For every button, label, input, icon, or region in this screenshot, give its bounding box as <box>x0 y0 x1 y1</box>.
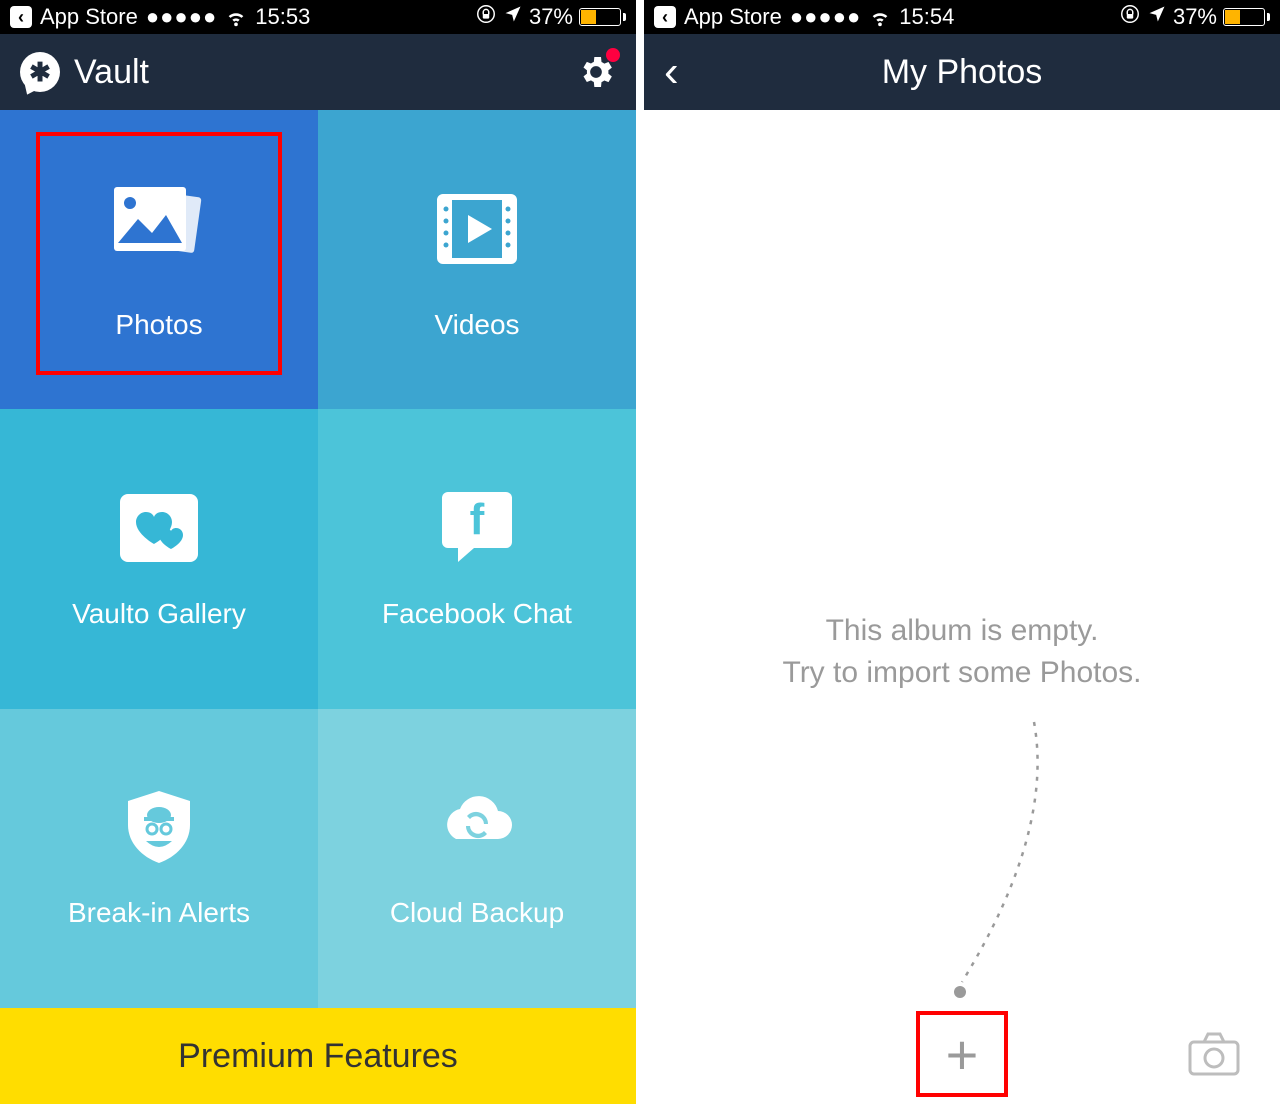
tile-label: Videos <box>434 309 519 341</box>
status-time: 15:54 <box>899 4 954 30</box>
wifi-icon <box>225 6 247 28</box>
camera-button[interactable] <box>1186 1030 1242 1078</box>
status-bar: ‹ App Store ●●●●● 15:53 37% <box>0 0 636 34</box>
orientation-lock-icon <box>1119 3 1141 31</box>
tile-label: Photos <box>115 309 202 341</box>
menu-grid: Photos Videos Vaulto Gallery f Facebook … <box>0 110 636 1008</box>
add-photos-button[interactable]: + <box>932 1024 992 1084</box>
photos-icon <box>104 179 214 279</box>
photos-header: ‹ My Photos <box>644 34 1280 110</box>
bottom-toolbar: + <box>644 1004 1280 1104</box>
signal-dots: ●●●●● <box>790 4 861 30</box>
header-title: Vault <box>74 53 149 92</box>
tile-facebook-chat[interactable]: f Facebook Chat <box>318 409 636 708</box>
tile-videos[interactable]: Videos <box>318 110 636 409</box>
tile-vaulto-gallery[interactable]: Vaulto Gallery <box>0 409 318 708</box>
battery-icon <box>1223 8 1270 26</box>
premium-features-button[interactable]: Premium Features <box>0 1008 636 1104</box>
app-header: ✱ Vault <box>0 34 636 110</box>
empty-line-2: Try to import some Photos. <box>644 652 1280 694</box>
left-screenshot: ‹ App Store ●●●●● 15:53 37% <box>0 0 636 1104</box>
location-nav-icon <box>1147 4 1167 30</box>
hint-arrow-icon <box>944 712 1064 992</box>
video-icon <box>422 179 532 279</box>
status-back-label[interactable]: App Store <box>40 4 138 30</box>
premium-label: Premium Features <box>178 1037 458 1076</box>
location-nav-icon <box>503 4 523 30</box>
app-logo-icon: ✱ <box>20 52 60 92</box>
wifi-icon <box>869 6 891 28</box>
orientation-lock-icon <box>475 3 497 31</box>
camera-icon <box>1186 1030 1242 1078</box>
facebook-icon: f <box>434 488 520 568</box>
status-back-label[interactable]: App Store <box>684 4 782 30</box>
back-to-appstore-icon[interactable]: ‹ <box>654 6 676 28</box>
settings-notification-badge <box>606 48 620 62</box>
tile-break-in-alerts[interactable]: Break-in Alerts <box>0 709 318 1008</box>
empty-album-message: This album is empty. Try to import some … <box>644 610 1280 694</box>
photos-content: This album is empty. Try to import some … <box>644 110 1280 1004</box>
tile-label: Vaulto Gallery <box>72 598 246 630</box>
back-button[interactable]: ‹ <box>664 47 679 97</box>
tile-cloud-backup[interactable]: Cloud Backup <box>318 709 636 1008</box>
empty-line-1: This album is empty. <box>644 610 1280 652</box>
cloud-sync-icon <box>434 787 520 867</box>
hearts-icon <box>116 488 202 568</box>
plus-icon: + <box>946 1022 979 1087</box>
battery-icon <box>579 8 626 26</box>
status-bar: ‹ App Store ●●●●● 15:54 37% <box>644 0 1280 34</box>
settings-button[interactable] <box>576 52 616 92</box>
tile-photos[interactable]: Photos <box>0 110 318 409</box>
svg-text:f: f <box>470 495 485 544</box>
header-title: My Photos <box>882 53 1043 92</box>
battery-percent: 37% <box>1173 4 1217 30</box>
right-screenshot: ‹ App Store ●●●●● 15:54 37% <box>644 0 1280 1104</box>
shield-spy-icon <box>116 787 202 867</box>
status-time: 15:53 <box>255 4 310 30</box>
hint-arrow-dot <box>954 986 966 998</box>
battery-percent: 37% <box>529 4 573 30</box>
back-to-appstore-icon[interactable]: ‹ <box>10 6 32 28</box>
tile-label: Facebook Chat <box>382 598 572 630</box>
tile-label: Cloud Backup <box>390 897 564 929</box>
tile-label: Break-in Alerts <box>68 897 250 929</box>
signal-dots: ●●●●● <box>146 4 217 30</box>
